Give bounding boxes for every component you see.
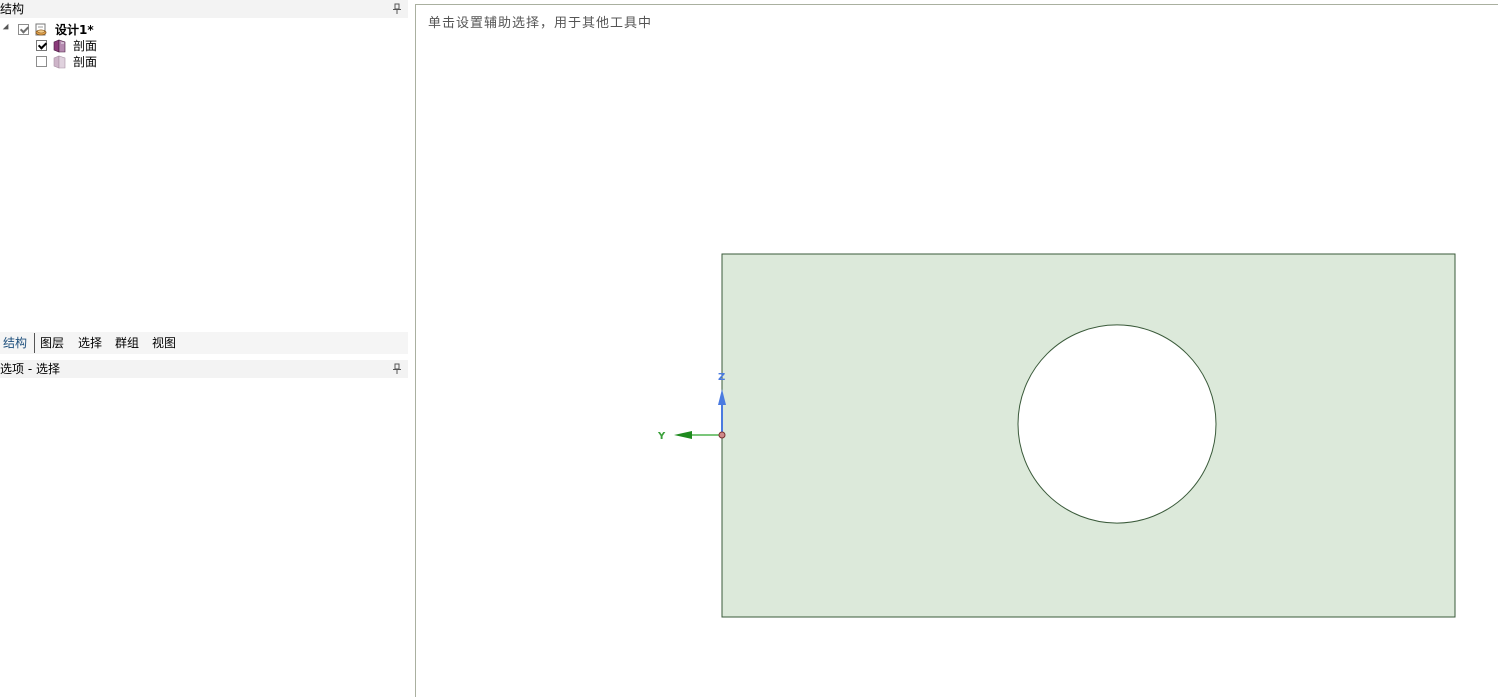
structure-panel-header: 结构 [0, 0, 408, 18]
tree-item-row[interactable]: 剖面 [0, 54, 408, 70]
y-axis-arrow [674, 431, 692, 439]
tab-structure[interactable]: 结构 [3, 335, 27, 351]
section-icon-faded [53, 55, 66, 69]
item-visibility-checkbox[interactable] [36, 56, 47, 67]
options-panel-title: 选项 - 选择 [0, 362, 60, 376]
pin-icon[interactable] [392, 363, 402, 375]
item-visibility-checkbox[interactable] [36, 40, 47, 51]
tab-divider [34, 333, 35, 353]
options-panel-header: 选项 - 选择 [0, 360, 408, 378]
tab-selection[interactable]: 选择 [78, 335, 102, 351]
root-visibility-checkbox[interactable] [18, 24, 29, 35]
structure-panel-title: 结构 [0, 2, 25, 16]
panel-tabs: 结构 图层 选择 群组 视图 [0, 332, 408, 354]
design-viewport[interactable]: 单击设置辅助选择，用于其他工具中 Z Y [415, 4, 1498, 697]
y-axis-label: Y [657, 431, 666, 442]
structure-tree: 设计1* 剖面 剖面 [0, 22, 408, 70]
design-icon [35, 23, 47, 36]
origin-point[interactable] [718, 431, 726, 439]
tree-root-label[interactable]: 设计1* [55, 23, 94, 37]
section-icon [53, 39, 66, 53]
tree-item-label[interactable]: 剖面 [73, 55, 97, 69]
collapse-arrow-icon[interactable] [2, 23, 12, 33]
sketch-plate[interactable] [721, 253, 1456, 618]
sketch-canvas[interactable]: Z Y [416, 5, 1498, 697]
tab-views[interactable]: 视图 [152, 335, 176, 351]
left-panel: 结构 设计1* 剖面 剖面 结构 图层 选择 群组 视图 选项 - 选择 [0, 0, 414, 696]
tree-root-row[interactable]: 设计1* [0, 22, 408, 38]
tree-item-label[interactable]: 剖面 [73, 39, 97, 53]
z-axis-label: Z [718, 372, 725, 383]
tree-item-row[interactable]: 剖面 [0, 38, 408, 54]
tab-groups[interactable]: 群组 [115, 335, 139, 351]
pin-icon[interactable] [392, 3, 402, 15]
tab-layers[interactable]: 图层 [40, 335, 64, 351]
